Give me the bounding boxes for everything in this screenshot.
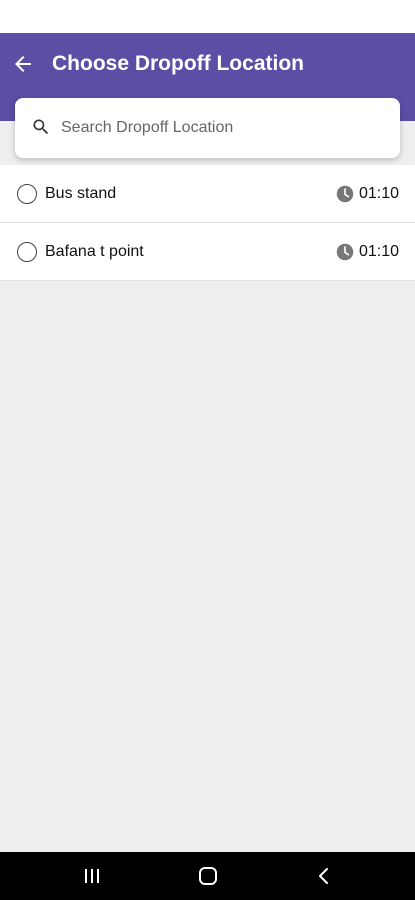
page-title: Choose Dropoff Location xyxy=(52,52,304,75)
location-name: Bafana t point xyxy=(45,243,144,260)
time-value: 01:10 xyxy=(358,243,399,260)
system-nav-bar xyxy=(0,852,415,900)
radio-button[interactable] xyxy=(17,184,37,204)
back-button[interactable] xyxy=(8,50,38,78)
radio-button[interactable] xyxy=(17,242,37,262)
status-bar xyxy=(0,0,415,33)
clock-icon xyxy=(336,185,354,203)
search-input[interactable] xyxy=(61,112,381,144)
search-icon xyxy=(33,119,49,135)
location-list: Bus stand 01:10 Bafana t point 01:10 xyxy=(0,165,415,281)
recents-button[interactable] xyxy=(78,864,106,888)
list-item[interactable]: Bafana t point 01:10 xyxy=(0,223,415,281)
search-bar xyxy=(15,98,400,158)
back-icon xyxy=(319,868,328,884)
location-name: Bus stand xyxy=(45,185,117,202)
time-value: 01:10 xyxy=(358,185,399,202)
recents-icon xyxy=(85,869,99,883)
clock-icon xyxy=(336,243,354,261)
arrow-left-icon xyxy=(15,56,31,72)
home-icon xyxy=(199,867,217,885)
list-item[interactable]: Bus stand 01:10 xyxy=(0,165,415,223)
time-info: 01:10 xyxy=(336,242,399,262)
time-info: 01:10 xyxy=(336,184,399,204)
home-button[interactable] xyxy=(194,864,222,888)
system-back-button[interactable] xyxy=(310,864,338,888)
